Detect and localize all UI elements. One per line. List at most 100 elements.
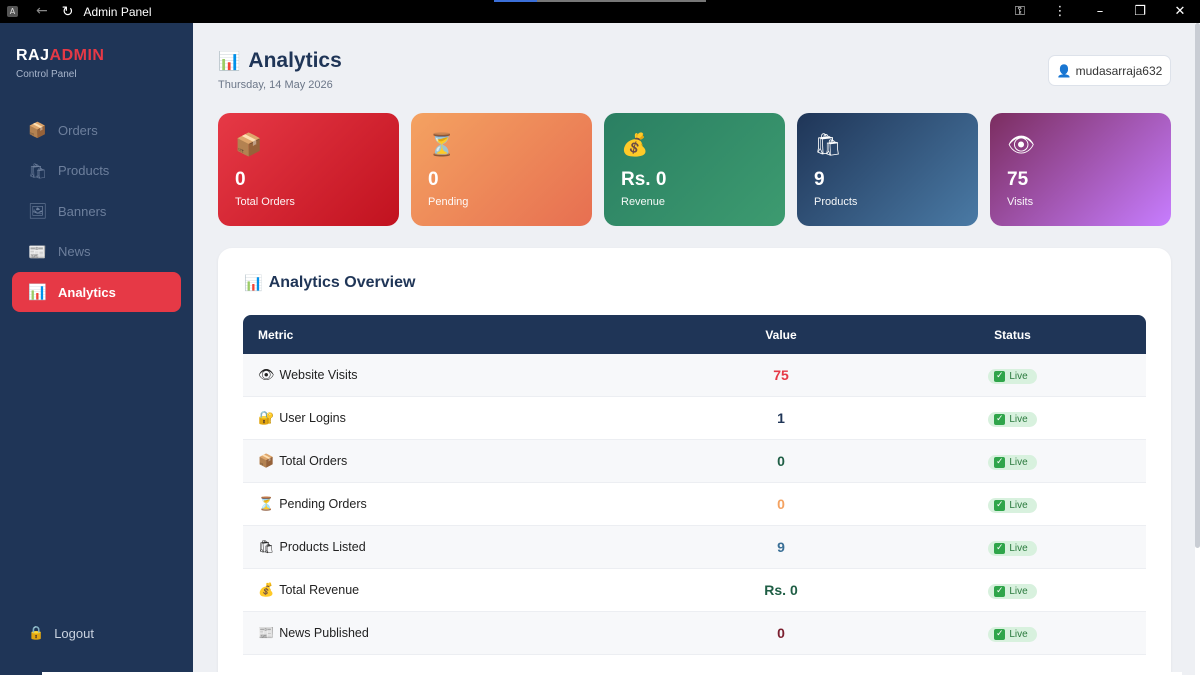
lock-key-icon: 🔐 [258, 410, 275, 426]
stat-cards: 📦 0 Total Orders ⏳ 0 Pending 💰 Rs. 0 Rev… [218, 113, 1171, 226]
sidebar-item-news[interactable]: 📰 News [12, 232, 181, 272]
stat-label: Visits [1007, 196, 1034, 208]
stat-card-pending: ⏳ 0 Pending [411, 113, 592, 226]
picture-icon: 🖼 [28, 202, 48, 220]
metric-name: Website Visits [279, 368, 358, 382]
checkmark-icon: ✓ [994, 456, 1006, 468]
close-button[interactable]: ✕ [1160, 0, 1200, 23]
window-title: Admin Panel [83, 4, 152, 19]
money-bag-icon: 💰 [621, 133, 649, 158]
metric-name: User Logins [279, 411, 346, 425]
sidebar-item-label: Orders [58, 122, 98, 138]
username: mudasarraja632 [1075, 63, 1163, 78]
hourglass-icon: ⏳ [428, 133, 456, 158]
sidebar-item-products[interactable]: 🛍 Products [12, 151, 181, 191]
maximize-button[interactable]: ❐ [1120, 0, 1160, 23]
box-icon: 📦 [28, 121, 47, 139]
sidebar-item-label: Products [58, 163, 110, 178]
back-arrow-icon[interactable]: ← [36, 0, 48, 23]
newspaper-icon: 📰 [258, 625, 275, 641]
stat-value: 75 [1007, 169, 1029, 190]
shopping-bags-icon: 🛍 [28, 161, 48, 180]
sidebar-item-orders[interactable]: 📦 Orders [12, 110, 181, 150]
brand-logo: RAJADMIN [16, 47, 105, 64]
key-icon[interactable]: ⚿ [1000, 0, 1040, 23]
stat-card-products: 🛍 9 Products [797, 113, 978, 226]
logout-button[interactable]: 🔒 Logout [28, 626, 94, 641]
column-header-value: Value [765, 327, 797, 342]
stat-value: 9 [814, 169, 825, 190]
stat-label: Revenue [621, 196, 666, 208]
metric-value: 0 [777, 496, 785, 512]
table-row: 📦 Total Orders 0 ✓ Live [243, 440, 1146, 483]
panel-title: 📊 Analytics Overview [244, 274, 416, 292]
checkmark-icon: ✓ [994, 628, 1006, 640]
metric-name: Pending Orders [279, 497, 367, 511]
metric-name: Total Orders [279, 454, 348, 468]
shopping-bags-icon: 🛍 [258, 539, 275, 555]
column-header-metric: Metric [258, 327, 294, 342]
metric-value: 75 [773, 367, 789, 383]
metric-value: Rs. 0 [764, 582, 798, 598]
lock-icon: 🔒 [28, 626, 45, 641]
stat-value: 0 [428, 169, 439, 190]
status-badge: ✓ Live [988, 368, 1037, 384]
sidebar-item-label: Analytics [58, 284, 116, 300]
reload-icon[interactable]: ↻ [62, 4, 74, 20]
sidebar-item-label: Banners [58, 203, 107, 219]
sidebar: RAJADMIN Control Panel 📦 Orders 🛍 Produc… [0, 23, 193, 675]
column-header-status: Status [994, 327, 1031, 342]
table-row: 👁 Website Visits 75 ✓ Live [243, 354, 1146, 397]
user-menu-button[interactable]: 👤 mudasarraja632 [1048, 55, 1171, 86]
newspaper-icon: 📰 [28, 242, 47, 261]
user-icon: 👤 [1056, 63, 1072, 78]
shopping-bags-icon: 🛍 [814, 133, 842, 158]
metric-value: 0 [777, 453, 785, 469]
metric-name: Products Listed [279, 540, 366, 554]
loading-progress-bar [494, 0, 706, 2]
eye-icon: 👁 [258, 367, 275, 383]
status-badge: ✓ Live [988, 626, 1037, 642]
stat-value: Rs. 0 [621, 169, 667, 190]
more-options-icon[interactable]: ⋮ [1040, 0, 1080, 23]
status-badge: ✓ Live [988, 497, 1037, 513]
metric-name: Total Revenue [279, 583, 360, 597]
page-title: 📊 Analytics [218, 49, 342, 72]
table-body: 👁 Website Visits 75 ✓ Live 🔐 User Logins 1 … [243, 354, 1146, 655]
main-content: 📊 Analytics Thursday, 14 May 2026 👤 muda… [193, 23, 1200, 675]
table-row: 🔐 User Logins 1 ✓ Live [243, 397, 1146, 440]
stat-card-revenue: 💰 Rs. 0 Revenue [604, 113, 785, 226]
eye-icon: 👁 [1007, 133, 1035, 158]
app-icon: A [7, 6, 18, 17]
sidebar-item-label: News [58, 244, 91, 259]
logout-label: Logout [54, 626, 94, 641]
window-title-bar: A ← ↻ Admin Panel ⚿ ⋮ – ❐ ✕ [0, 0, 1200, 23]
scrollbar-thumb[interactable] [1195, 23, 1200, 548]
checkmark-icon: ✓ [994, 499, 1006, 511]
sidebar-item-analytics[interactable]: 📊 Analytics [12, 272, 181, 312]
stat-card-visits: 👁 75 Visits [990, 113, 1171, 226]
page-scrollbar[interactable] [1195, 23, 1200, 675]
bar-chart-icon: 📊 [244, 274, 263, 292]
table-row: 💰 Total Revenue Rs. 0 ✓ Live [243, 569, 1146, 612]
status-badge: ✓ Live [988, 583, 1037, 599]
page-date: Thursday, 14 May 2026 [218, 79, 333, 91]
minimize-button[interactable]: – [1080, 0, 1120, 23]
analytics-table: Metric Value Status 👁 Website Visits 75 ✓… [243, 315, 1146, 655]
sidebar-nav: 📦 Orders 🛍 Products 🖼 Banners 📰 News 📊 A… [12, 110, 181, 313]
checkmark-icon: ✓ [994, 370, 1006, 382]
table-header: Metric Value Status [243, 315, 1146, 354]
bar-chart-icon: 📊 [28, 283, 47, 301]
analytics-overview-panel: 📊 Analytics Overview Metric Value Status… [218, 248, 1171, 675]
stat-label: Total Orders [235, 196, 295, 208]
stat-value: 0 [235, 169, 246, 190]
metric-value: 0 [777, 625, 785, 641]
hourglass-icon: ⏳ [258, 496, 275, 512]
table-row: 🛍 Products Listed 9 ✓ Live [243, 526, 1146, 569]
box-icon: 📦 [235, 133, 263, 158]
sidebar-item-banners[interactable]: 🖼 Banners [12, 191, 181, 231]
metric-value: 9 [777, 539, 785, 555]
checkmark-icon: ✓ [994, 585, 1006, 597]
metric-name: News Published [279, 626, 369, 640]
metric-value: 1 [777, 410, 785, 426]
